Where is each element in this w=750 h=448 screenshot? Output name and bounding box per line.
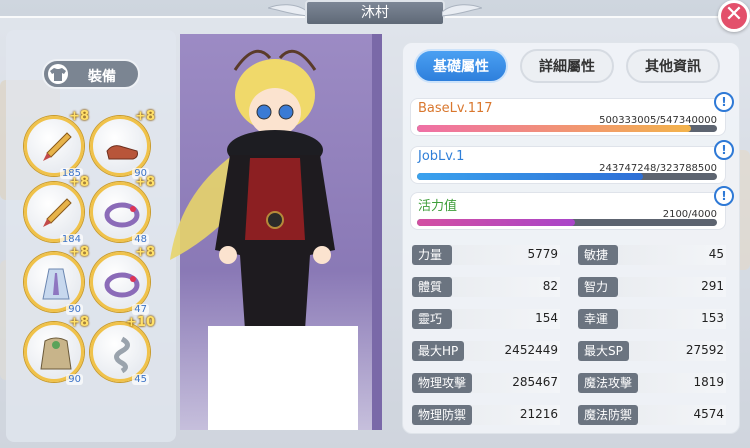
right-wing-ornament (442, 4, 482, 17)
stat-row: 物理攻擊 285467 (412, 373, 560, 393)
stat-row: 魔法防禦 4574 (578, 405, 726, 425)
stat-row: 敏捷 45 (578, 245, 726, 265)
equipment-slot[interactable]: +10 45 (90, 315, 155, 385)
stat-row: 最大HP 2452449 (412, 341, 560, 361)
white-placeholder-block (208, 326, 358, 430)
stat-value: 4574 (693, 407, 724, 421)
ring-icon (104, 272, 140, 298)
stat-value: 1819 (693, 375, 724, 389)
bar-track (417, 125, 717, 132)
equipment-slot[interactable]: +8 90 (90, 109, 155, 179)
stat-value: 21216 (519, 407, 558, 421)
stat-row: 最大SP 27592 (578, 341, 726, 361)
item-level: 184 (59, 234, 83, 245)
stat-row: 魔法攻擊 1819 (578, 373, 726, 393)
stat-row: 靈巧 154 (412, 309, 560, 329)
stat-label: 智力 (578, 277, 618, 297)
bar-fill (417, 219, 575, 226)
equipment-slot[interactable]: +8 48 (90, 175, 155, 245)
stat-label: 幸運 (578, 309, 618, 329)
bar-track (417, 219, 717, 226)
stat-value: 27592 (685, 343, 724, 357)
bar-fill (417, 125, 692, 132)
stat-label: 力量 (412, 245, 452, 265)
snake-charm-icon (114, 336, 130, 373)
stat-label: 最大HP (412, 341, 465, 361)
bar-fill (417, 173, 643, 180)
stat-label: 魔法攻擊 (578, 373, 639, 393)
refine-level: +8 (69, 109, 89, 124)
bar-label: BaseLv.117 (418, 101, 493, 116)
base-level-bar: BaseLv.117 500333005/547340000 (410, 98, 726, 136)
stat-value: 45 (708, 247, 724, 261)
stat-value: 291 (701, 279, 724, 293)
refine-level: +8 (135, 245, 155, 260)
stat-value: 82 (542, 279, 558, 293)
stat-label: 靈巧 (412, 309, 452, 329)
equipment-panel (6, 30, 176, 442)
item-level: 90 (66, 374, 83, 385)
stat-value: 2452449 (504, 343, 558, 357)
info-icon[interactable]: ! (714, 186, 734, 206)
tab-detailed-attributes[interactable]: 詳細屬性 (520, 49, 614, 83)
equipment-slot[interactable]: +8 47 (90, 245, 155, 315)
refine-level: +8 (69, 245, 89, 260)
stat-row: 力量 5779 (412, 245, 560, 265)
refine-level: +8 (135, 109, 155, 124)
item-level: 90 (66, 304, 83, 315)
info-icon[interactable]: ! (714, 92, 734, 112)
refine-level: +10 (126, 315, 155, 330)
stat-value: 154 (535, 311, 558, 325)
refine-level: +8 (69, 175, 89, 190)
left-wing-ornament (268, 4, 308, 17)
close-button[interactable]: ✕ (718, 0, 750, 32)
equipment-slot[interactable]: +8 184 (24, 175, 89, 245)
stat-value: 153 (701, 311, 724, 325)
stat-label: 體質 (412, 277, 452, 297)
equipment-tab[interactable]: 裝備 (42, 59, 140, 89)
info-icon[interactable]: ! (714, 140, 734, 160)
tab-basic-attributes[interactable]: 基礎屬性 (414, 49, 508, 83)
tab-other-info[interactable]: 其他資訊 (626, 49, 720, 83)
vitality-bar: 活力值 2100/4000 (410, 192, 726, 230)
equipment-slot[interactable]: +8 90 (24, 315, 89, 385)
shirt-icon (48, 64, 68, 84)
dagger-icon (43, 132, 72, 161)
item-level: 45 (132, 374, 149, 385)
shoes-icon (106, 145, 138, 160)
window-title: 沐村 (305, 0, 445, 26)
equipment-slot[interactable]: +8 185 (24, 109, 89, 179)
stat-label: 最大SP (578, 341, 629, 361)
stat-row: 智力 291 (578, 277, 726, 297)
stat-row: 幸運 153 (578, 309, 726, 329)
item-level: 48 (132, 234, 149, 245)
job-level-bar: JobLv.1 243747248/323788500 (410, 146, 726, 184)
robe-icon (42, 268, 70, 300)
stat-row: 體質 82 (412, 277, 560, 297)
cloak-icon (40, 337, 72, 370)
equipment-tab-label: 裝備 (88, 69, 116, 85)
dagger-icon (43, 198, 72, 227)
stat-label: 物理防禦 (412, 405, 473, 425)
bar-track (417, 173, 717, 180)
equipment-slot[interactable]: +8 90 (24, 245, 89, 315)
stat-row: 物理防禦 21216 (412, 405, 560, 425)
stat-label: 魔法防禦 (578, 405, 639, 425)
bar-label: 活力值 (418, 199, 458, 214)
stat-value: 285467 (512, 375, 558, 389)
refine-level: +8 (69, 315, 89, 330)
stat-label: 物理攻擊 (412, 373, 473, 393)
refine-level: +8 (135, 175, 155, 190)
bar-label: JobLv.1 (418, 149, 465, 164)
stat-value: 5779 (527, 247, 558, 261)
ring-icon (104, 202, 140, 228)
stat-label: 敏捷 (578, 245, 618, 265)
item-level: 47 (132, 304, 149, 315)
character-model (170, 49, 335, 330)
